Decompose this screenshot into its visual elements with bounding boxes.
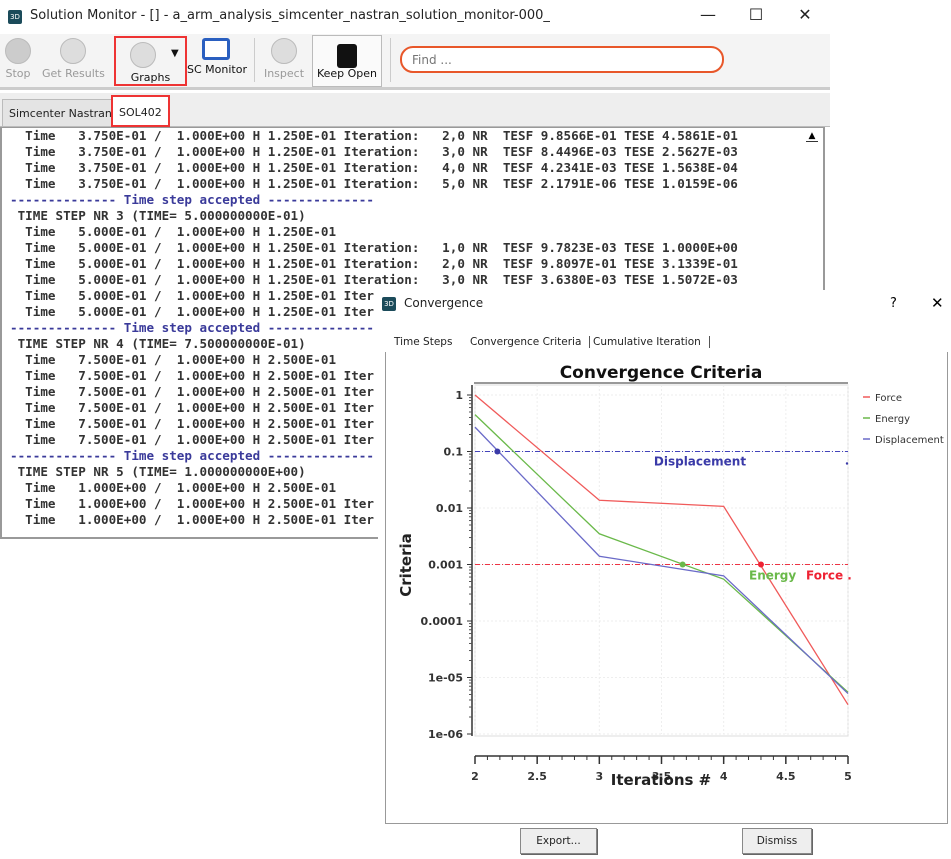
legend-entry: Displacement bbox=[875, 435, 944, 446]
y-tick-label: 1e-05 bbox=[428, 672, 463, 685]
convergence-chart: Convergence Criteria 1 0.1 0.01 0.001 0.0001 1… bbox=[397, 363, 944, 789]
x-tick-label: 3 bbox=[596, 770, 604, 783]
y-tick-label: 0.01 bbox=[436, 502, 463, 515]
y-tick-label: 0.1 bbox=[444, 446, 464, 459]
threshold-crossing-marker bbox=[757, 561, 764, 568]
chart-title: Convergence Criteria bbox=[560, 363, 763, 383]
y-tick-label: 1 bbox=[455, 389, 463, 402]
threshold-crossing-marker bbox=[679, 561, 686, 568]
threshold-label-displacement: Displacement bbox=[654, 455, 746, 469]
y-axis-label: Criteria bbox=[397, 533, 415, 597]
legend-entry: Energy bbox=[875, 414, 910, 425]
y-tick-label: 0.001 bbox=[428, 559, 463, 572]
legend-entry: Force bbox=[875, 393, 902, 404]
threshold-crossing-marker bbox=[494, 448, 501, 455]
y-tick-label: 0.0001 bbox=[421, 615, 463, 628]
threshold-label-energy: Energy bbox=[749, 569, 796, 583]
x-tick-label: 2 bbox=[471, 770, 479, 783]
x-tick-label: 4.5 bbox=[776, 770, 796, 783]
y-tick-label: 1e-06 bbox=[428, 728, 463, 741]
threshold-label-force: Force . bbox=[806, 569, 852, 583]
x-tick-label: 5 bbox=[844, 770, 852, 783]
label-dot bbox=[845, 462, 849, 465]
x-tick-label: 2.5 bbox=[527, 770, 547, 783]
x-tick-label: 4 bbox=[720, 770, 728, 783]
x-axis-label: Iterations # bbox=[611, 771, 711, 789]
